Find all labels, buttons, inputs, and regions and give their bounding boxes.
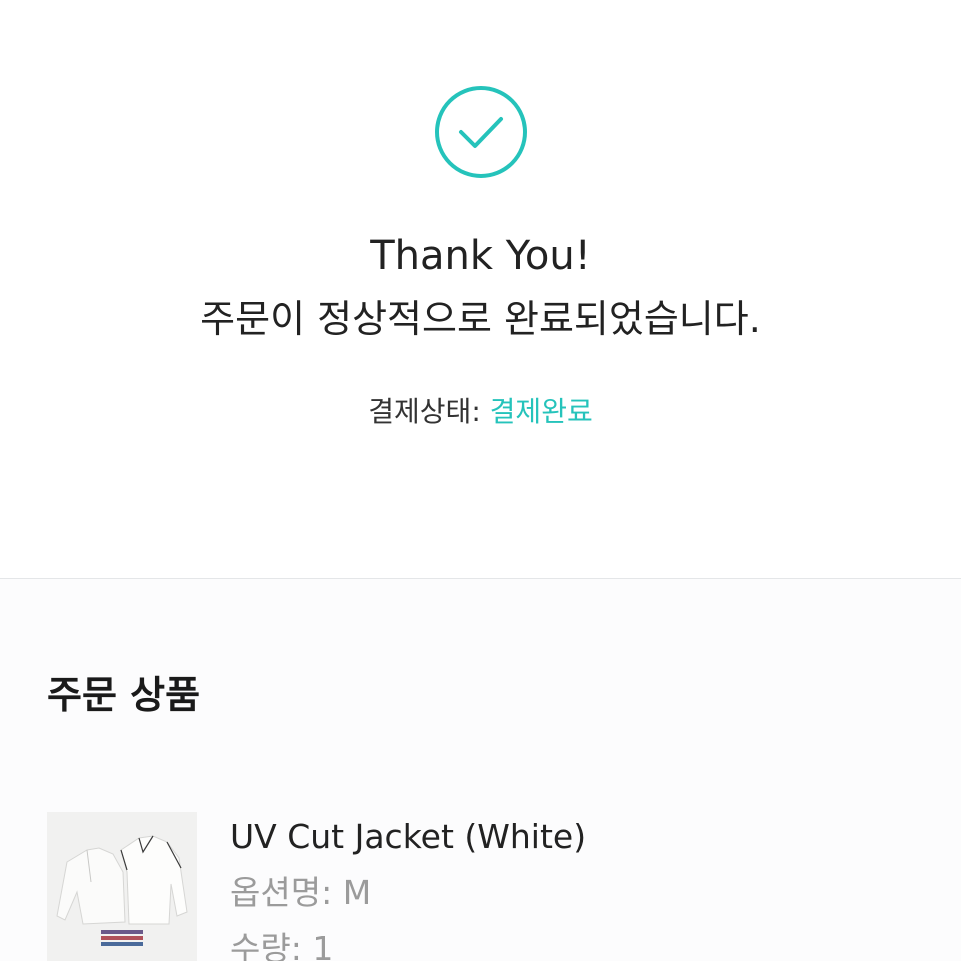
check-circle-icon	[435, 86, 527, 178]
product-name[interactable]: UV Cut Jacket (White)	[230, 814, 586, 860]
order-items-title: 주문 상품	[47, 673, 201, 717]
product-option: 옵션명: M	[230, 873, 372, 912]
order-complete-message: 주문이 정상적으로 완료되었습니다.	[200, 297, 761, 341]
jacket-image	[47, 812, 197, 961]
payment-status: 결제상태: 결제완료	[0, 392, 961, 432]
payment-status-value: 결제완료	[489, 395, 593, 428]
confirmation-section: Thank You! 주문이 정상적으로 완료되었습니다. 결제상태: 결제완료	[0, 0, 961, 578]
order-complete-page: Thank You! 주문이 정상적으로 완료되었습니다. 결제상태: 결제완료…	[0, 0, 961, 961]
product-quantity: 수량: 1	[230, 929, 334, 961]
product-thumbnail[interactable]	[47, 812, 197, 961]
thank-you-heading: Thank You!	[370, 233, 591, 279]
payment-status-label: 결제상태:	[368, 395, 481, 428]
